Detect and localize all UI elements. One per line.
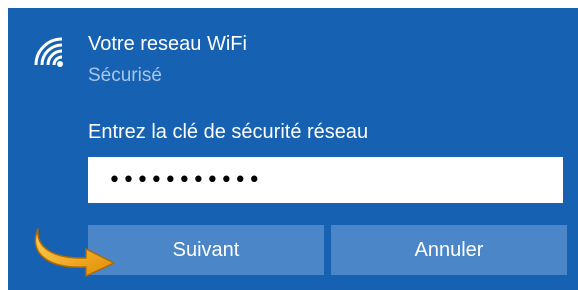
network-name: Votre reseau WiFi	[88, 33, 247, 55]
cancel-button[interactable]: Annuler	[331, 225, 567, 275]
pointing-arrow-icon	[34, 228, 115, 277]
wifi-secured-icon	[34, 37, 63, 67]
security-key-input[interactable]	[88, 157, 563, 203]
next-button[interactable]: Suivant	[88, 225, 324, 275]
top-border	[0, 0, 578, 8]
network-status: Sécurisé	[88, 65, 162, 86]
security-key-label: Entrez la clé de sécurité réseau	[88, 121, 369, 143]
